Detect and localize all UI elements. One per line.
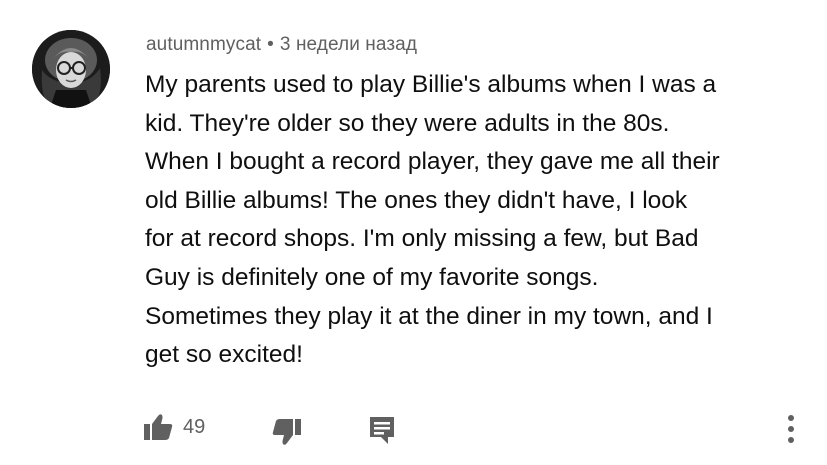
comment-header: autumnmycat • 3 недели назад <box>146 34 417 56</box>
comment-text-line: old Billie albums! The ones they didn't … <box>145 186 688 214</box>
comment-text-line: Guy is definitely one of my favorite son… <box>145 263 599 291</box>
author-name[interactable]: autumnmycat <box>146 34 261 55</box>
more-vertical-icon <box>784 413 798 445</box>
comment-text-line: kid. They're older so they were adults i… <box>145 109 670 137</box>
meta-separator: • <box>267 34 274 55</box>
thumbs-down-icon <box>272 418 302 446</box>
comment-timestamp[interactable]: 3 недели назад <box>280 34 417 55</box>
more-options-button[interactable] <box>784 413 798 445</box>
comment-text-line: My parents used to play Billie's albums … <box>145 71 717 98</box>
comment-text: My parents used to play Billie's albums … <box>145 66 817 375</box>
comment-item: autumnmycat • 3 недели назад My parents us… <box>0 0 827 465</box>
comment-actions: 49 <box>0 405 827 455</box>
like-count: 49 <box>183 415 206 438</box>
reply-button[interactable] <box>368 415 396 445</box>
comment-text-line: Sometimes they play it at the diner in m… <box>145 302 713 330</box>
like-button[interactable]: 49 <box>143 413 205 441</box>
comment-text-line: for at record shops. I'm only missing a … <box>145 225 699 253</box>
comment-text-line: get so excited! <box>145 341 303 369</box>
comment-text-line: When I bought a record player, they gave… <box>145 148 720 176</box>
reply-comment-icon <box>368 415 396 445</box>
dislike-button[interactable] <box>272 418 302 446</box>
thumbs-up-icon <box>143 413 173 441</box>
avatar[interactable] <box>32 30 110 108</box>
